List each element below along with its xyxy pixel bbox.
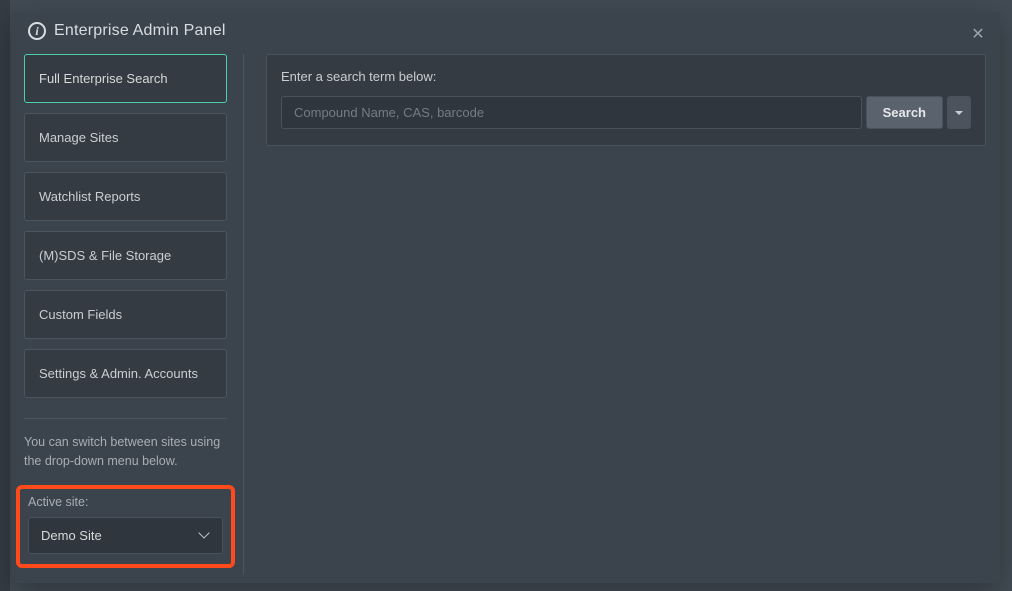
modal-header: i Enterprise Admin Panel [12,12,1000,48]
nav-msds-file-storage[interactable]: (M)SDS & File Storage [24,231,227,280]
search-prompt: Enter a search term below: [281,69,971,84]
search-panel: Enter a search term below: Search [266,54,986,146]
close-icon[interactable]: ✕ [968,24,988,44]
active-site-callout: Active site: Demo Site [16,485,235,568]
nav-item-label: Manage Sites [39,130,119,145]
admin-panel-modal: i Enterprise Admin Panel ✕ Full Enterpri… [12,12,1000,583]
active-site-label: Active site: [28,495,223,509]
nav-settings-admin-accounts[interactable]: Settings & Admin. Accounts [24,349,227,398]
nav-watchlist-reports[interactable]: Watchlist Reports [24,172,227,221]
nav-item-label: Watchlist Reports [39,189,140,204]
search-input[interactable] [281,96,862,129]
chevron-down-icon [200,530,210,540]
sidebar: Full Enterprise Search Manage Sites Watc… [24,54,244,575]
active-site-select[interactable]: Demo Site [28,517,223,554]
search-row: Search [281,96,971,129]
caret-down-icon [955,111,963,115]
main-content: Enter a search term below: Search [266,54,986,575]
search-button[interactable]: Search [866,96,943,129]
background-strip [0,0,10,591]
active-site-value: Demo Site [41,528,102,543]
nav-full-enterprise-search[interactable]: Full Enterprise Search [24,54,227,103]
nav-item-label: Full Enterprise Search [39,71,168,86]
search-options-toggle[interactable] [947,96,971,129]
nav-item-label: Custom Fields [39,307,122,322]
nav-custom-fields[interactable]: Custom Fields [24,290,227,339]
nav-item-label: Settings & Admin. Accounts [39,366,198,381]
nav-manage-sites[interactable]: Manage Sites [24,113,227,162]
nav-item-label: (M)SDS & File Storage [39,248,171,263]
sidebar-divider [24,418,227,419]
modal-body: Full Enterprise Search Manage Sites Watc… [12,48,1000,583]
modal-title: Enterprise Admin Panel [54,22,226,40]
site-switch-hint: You can switch between sites using the d… [24,433,227,471]
info-icon: i [28,22,46,40]
